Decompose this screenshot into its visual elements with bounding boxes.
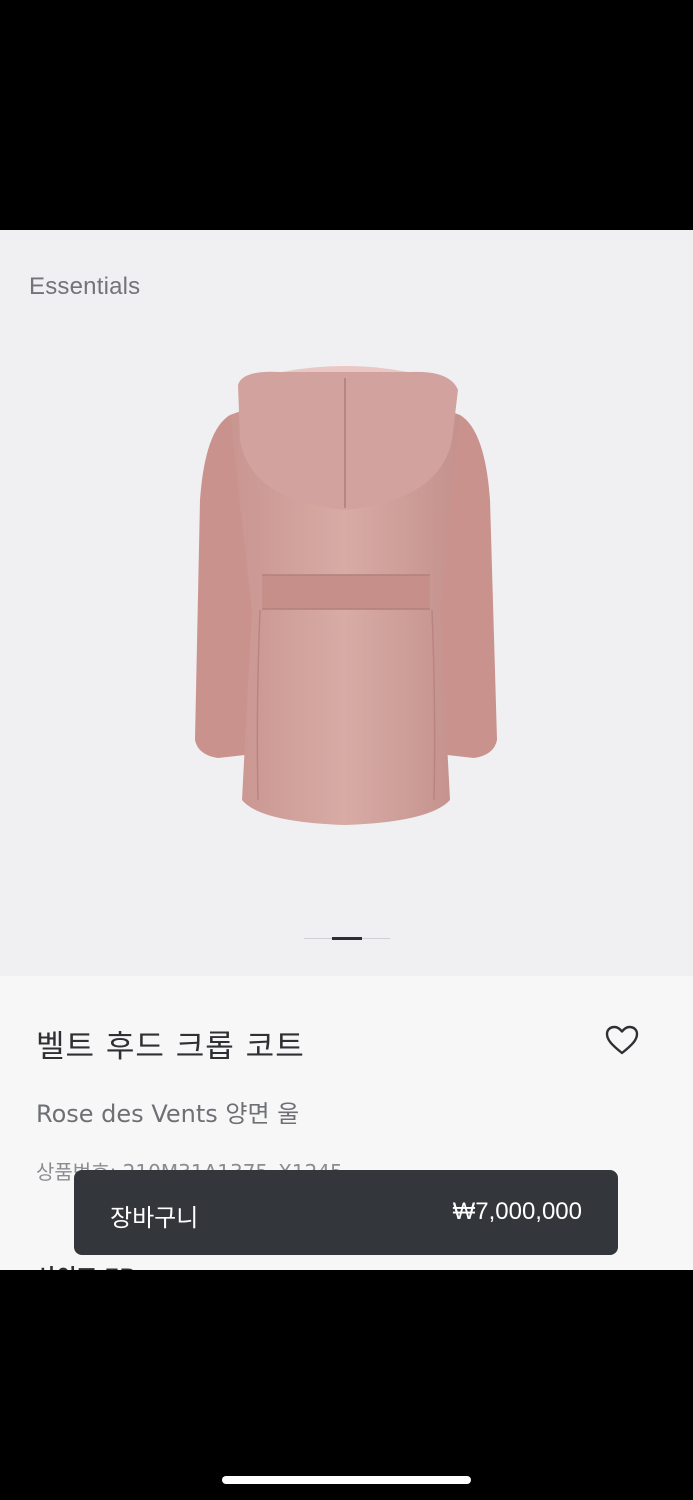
cart-label: 장바구니 xyxy=(110,1204,199,1232)
product-title: 벨트 후드 크롭 코트 xyxy=(36,1029,305,1065)
home-indicator[interactable] xyxy=(222,1476,471,1484)
add-to-cart-button[interactable]: 장바구니 ₩7,000,000 xyxy=(74,1170,618,1255)
top-black-area xyxy=(0,0,693,230)
pagination-active-indicator xyxy=(332,937,362,940)
product-gallery[interactable]: Essentials xyxy=(0,230,693,976)
bottom-black-area xyxy=(0,1270,693,1500)
product-image[interactable] xyxy=(170,360,520,830)
product-subtitle: Rose des Vents 양면 울 xyxy=(36,1100,300,1128)
carousel-pagination[interactable] xyxy=(304,937,390,941)
collection-label: Essentials xyxy=(29,273,141,300)
size-label[interactable]: 사이즈 FR xyxy=(36,1260,136,1270)
cart-price: ₩7,000,000 xyxy=(452,1198,582,1225)
heart-icon[interactable] xyxy=(604,1024,640,1056)
